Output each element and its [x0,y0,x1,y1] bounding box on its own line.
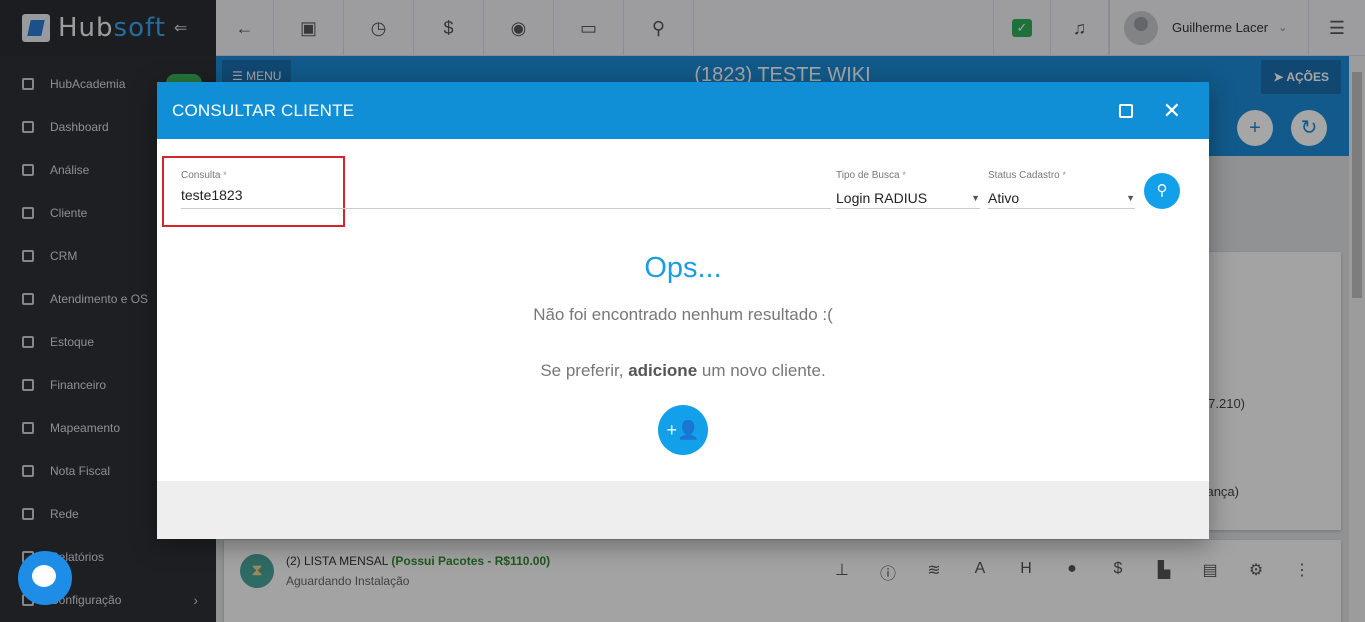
search-submit-button[interactable]: ⚲ [1144,173,1180,209]
status-cadastro-value[interactable]: Ativo ▼ [988,187,1135,209]
chat-widget-button[interactable] [18,551,72,605]
search-icon: ⚲ [1156,182,1168,199]
consultar-cliente-modal: CONSULTAR CLIENTE ✕ Consulta * teste1823… [157,82,1209,539]
dropdown-caret-icon: ▼ [1126,192,1135,203]
add-client-hint: Se preferir, adicione um novo cliente. [540,361,826,380]
tipo-busca-value[interactable]: Login RADIUS ▼ [836,187,980,209]
modal-footer [157,481,1209,539]
modal-title: CONSULTAR CLIENTE [172,100,355,120]
tipo-busca-select[interactable]: Tipo de Busca * Login RADIUS ▼ [836,170,980,209]
fullscreen-icon[interactable] [1118,103,1133,118]
status-cadastro-select[interactable]: Status Cadastro * Ativo ▼ [988,170,1135,209]
consulta-input[interactable]: teste1823 [181,187,831,209]
dropdown-caret-icon: ▼ [971,192,980,203]
consulta-field[interactable]: Consulta * teste1823 [181,170,831,209]
tipo-busca-label: Tipo de Busca * [836,170,906,181]
close-icon[interactable]: ✕ [1163,99,1181,122]
modal-header-actions: ✕ [1118,99,1209,122]
status-cadastro-label: Status Cadastro * [988,170,1067,181]
person-add-icon: +👤 [666,420,700,440]
add-client-button[interactable]: +👤 [658,405,708,455]
empty-state-message: Não foi encontrado nenhum resultado :( [533,305,833,324]
modal-header: CONSULTAR CLIENTE ✕ [157,82,1209,139]
empty-state-title: Ops... [644,252,722,284]
consulta-label: Consulta * [181,170,227,181]
